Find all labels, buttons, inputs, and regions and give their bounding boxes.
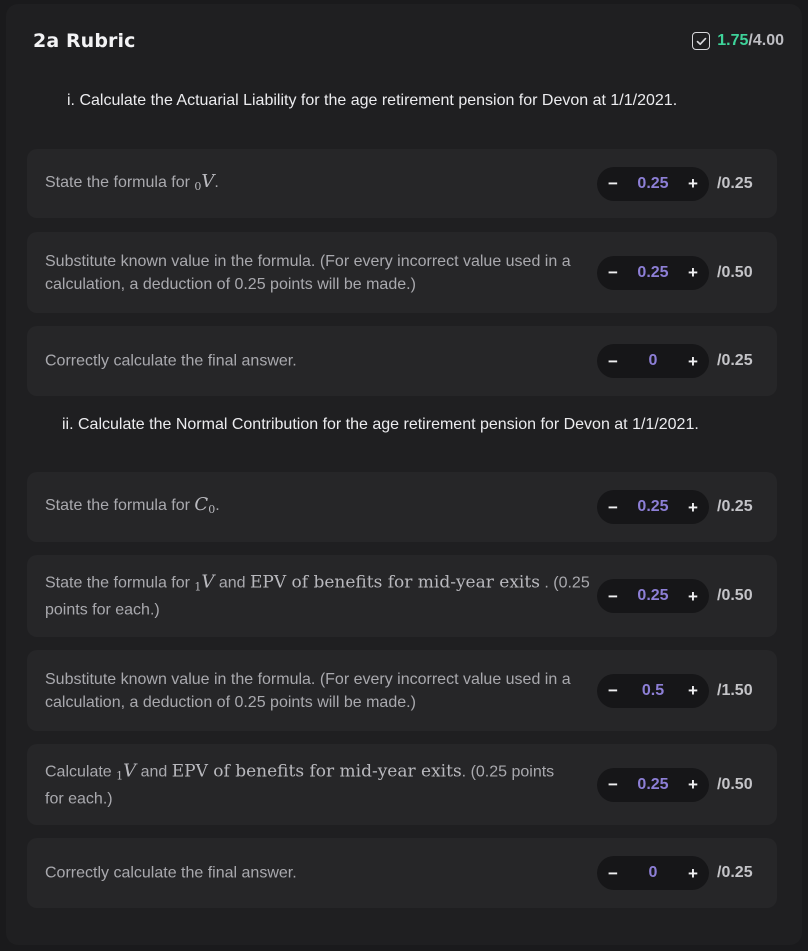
max-score: /0.50 (717, 775, 753, 793)
rubric-item-text: Correctly calculate the final answer. (45, 864, 297, 882)
score-value[interactable]: 0.25 (637, 498, 668, 516)
decrement-button[interactable]: − (607, 588, 619, 605)
score-value[interactable]: 0.25 (637, 587, 668, 605)
checkbox-check-icon (692, 32, 711, 50)
score-stepper: − 0.5 + (597, 673, 709, 708)
decrement-button[interactable]: − (607, 264, 619, 281)
score-value[interactable]: 0 (649, 352, 658, 370)
increment-button[interactable]: + (687, 353, 699, 370)
score-value[interactable]: 0.25 (637, 776, 668, 794)
score-value[interactable]: 0 (649, 864, 658, 882)
rubric-item: State the formula for 1V and EPV of bene… (27, 555, 777, 637)
max-score: /0.50 (717, 587, 753, 604)
score-stepper: − 0 + (597, 856, 709, 890)
score-value[interactable]: 0.25 (637, 175, 668, 193)
increment-button[interactable]: + (687, 776, 699, 793)
score-stepper: − 0 + (597, 344, 709, 378)
decrement-button[interactable]: − (607, 175, 619, 192)
rubric-item-text: Substitute known value in the formula. (… (45, 252, 571, 293)
increment-button[interactable]: + (687, 499, 699, 516)
rubric-item-text: Correctly calculate the final answer. (45, 352, 297, 370)
increment-button[interactable]: + (687, 264, 699, 281)
score-stepper: − 0.25 + (597, 490, 709, 524)
question-ii: ii. Calculate the Normal Contribution fo… (62, 416, 699, 433)
max-score: /0.25 (717, 498, 753, 515)
increment-button[interactable]: + (687, 175, 699, 192)
rubric-item-text: State the formula for 1V and EPV of bene… (45, 571, 590, 619)
rubric-item-text: Calculate 1V and EPV of benefits for mid… (45, 760, 555, 807)
rubric-header: 2a Rubric 1.75/4.00 (33, 30, 784, 56)
score-stepper: − 0.25 + (597, 166, 709, 201)
score-summary: 1.75/4.00 (692, 32, 784, 50)
rubric-item: State the formula for C0. − 0.25 + /0.25 (27, 472, 777, 542)
max-score: /0.25 (717, 352, 753, 369)
rubric-item-text: State the formula for 0V. (45, 170, 219, 193)
decrement-button[interactable]: − (607, 865, 619, 882)
decrement-button[interactable]: − (607, 353, 619, 370)
question-i: i. Calculate the Actuarial Liability for… (67, 92, 678, 109)
increment-button[interactable]: + (687, 588, 699, 605)
max-score: /0.25 (717, 174, 753, 192)
increment-button[interactable]: + (687, 865, 699, 882)
rubric-item: Substitute known value in the formula. (… (27, 232, 777, 313)
score-value[interactable]: 0.5 (642, 682, 664, 700)
max-score: /0.50 (717, 263, 753, 281)
rubric-title: 2a Rubric (33, 30, 136, 52)
score-earned: 1.75 (717, 32, 749, 49)
score-stepper: − 0.25 + (597, 579, 709, 613)
score-stepper: − 0.25 + (597, 255, 709, 290)
decrement-button[interactable]: − (607, 682, 619, 699)
rubric-item: Substitute known value in the formula. (… (27, 650, 777, 731)
decrement-button[interactable]: − (607, 776, 619, 793)
max-score: /0.25 (717, 864, 753, 881)
max-score: /1.50 (717, 681, 753, 699)
score-total: /4.00 (748, 32, 784, 49)
rubric-item-text: State the formula for C0. (45, 494, 220, 516)
rubric-item-text: Substitute known value in the formula. (… (45, 670, 571, 711)
decrement-button[interactable]: − (607, 499, 619, 516)
rubric-item: Correctly calculate the final answer. − … (27, 838, 777, 908)
increment-button[interactable]: + (687, 682, 699, 699)
rubric-item: Correctly calculate the final answer. − … (27, 326, 777, 396)
rubric-item: State the formula for 0V. − 0.25 + /0.25 (27, 149, 777, 218)
rubric-item: Calculate 1V and EPV of benefits for mid… (27, 744, 777, 825)
score-value[interactable]: 0.25 (637, 264, 668, 282)
score-stepper: − 0.25 + (597, 767, 709, 802)
